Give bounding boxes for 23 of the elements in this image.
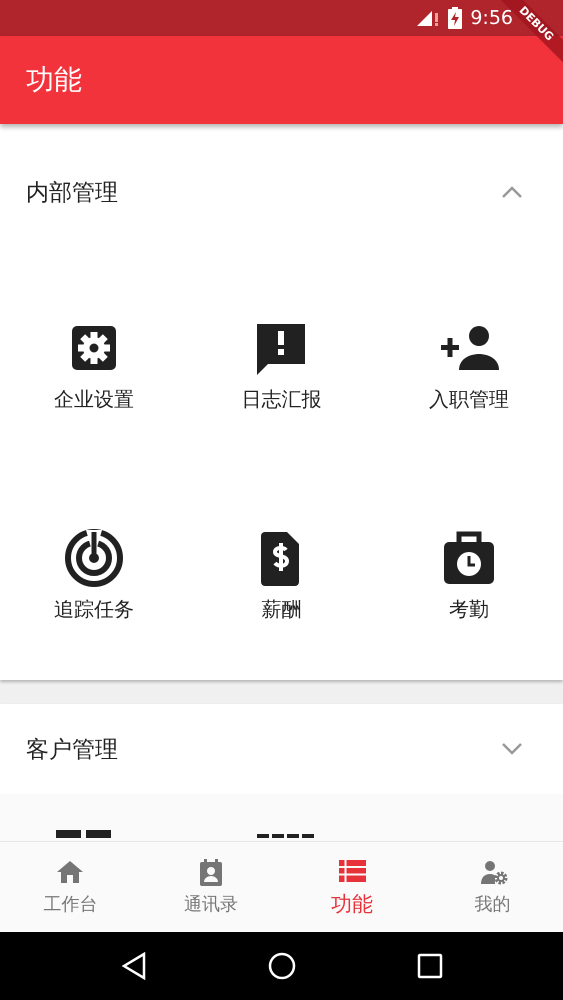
feature-label[interactable]: 薪酬: [261, 596, 302, 622]
feature-label[interactable]: 追踪任务: [54, 596, 134, 622]
feature-label[interactable]: 企业设置: [54, 386, 134, 412]
battery-charging-icon: [448, 7, 462, 29]
feature-label[interactable]: 入职管理: [429, 386, 510, 412]
home-button-icon[interactable]: [268, 952, 296, 980]
radar-icon[interactable]: [64, 528, 124, 588]
section-title[interactable]: 客户管理: [26, 734, 118, 764]
nav-tab[interactable]: 工作台: [0, 842, 141, 932]
chevron-down-icon[interactable]: [501, 742, 523, 756]
home-icon: [55, 858, 86, 886]
recents-icon[interactable]: [416, 953, 442, 979]
nav-tab[interactable]: 功能: [282, 842, 422, 932]
feature-label[interactable]: 日志汇报: [241, 386, 322, 412]
chevron-up-icon[interactable]: [501, 185, 523, 199]
back-icon[interactable]: [120, 952, 146, 980]
app-bar-title: 功能: [26, 62, 82, 98]
section-title[interactable]: 内部管理: [26, 176, 118, 208]
nav-tab[interactable]: 通讯录: [140, 842, 282, 932]
signal-icon: [416, 9, 440, 27]
status-time: 9:56: [470, 7, 513, 29]
nav-tab[interactable]: 我的: [422, 842, 563, 932]
feature-label[interactable]: 考勤: [449, 596, 490, 622]
